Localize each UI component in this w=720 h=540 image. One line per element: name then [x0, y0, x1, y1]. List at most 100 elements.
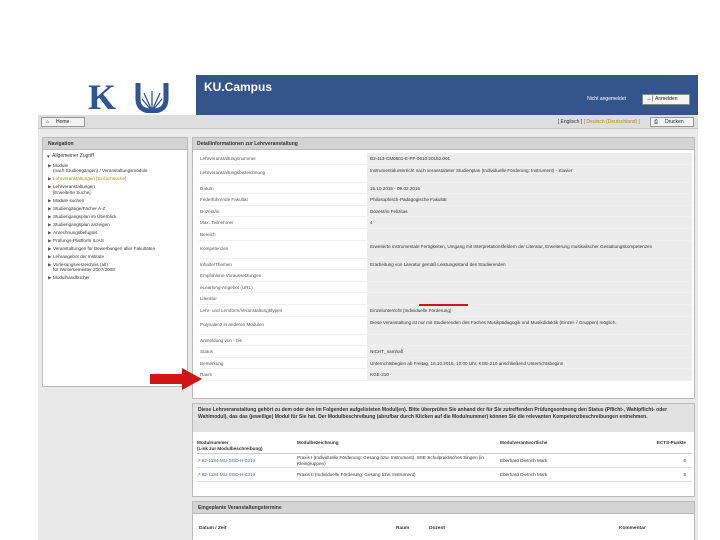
detail-row: Dozent/in Dozent/in Felizitas: [199, 205, 692, 218]
detail-value: Erarbeitung von Literatur gemäß Leistung…: [367, 258, 692, 270]
detail-value: B2-113-CM0501-E-PF-0610.20152.001: [367, 153, 692, 164]
module-number: 82-1134-MU-SGD-H-0310: [201, 471, 256, 477]
language-switch: [ Englisch ] [ Deutsch (Deutschland) ]: [558, 119, 640, 125]
login-status: Nicht angemeldet: [587, 96, 626, 102]
detail-label: Bereich: [200, 231, 216, 237]
ku-logo-icon: K: [88, 77, 169, 113]
detail-row: Lehrveranstaltungsnummer B2-113-CM0501-E-…: [199, 153, 692, 165]
triangle-right-icon: ▶: [48, 176, 52, 182]
module-name: Praxis II (Individuelle Förderung: Gesan…: [297, 471, 416, 477]
nav-item[interactable]: ▶ Prüfungs-Plattform ILIAS: [46, 238, 184, 244]
print-button[interactable]: ⎙ Drucken: [650, 117, 694, 127]
link-icon: ↗: [197, 471, 201, 477]
nav-item-label: Studiengangsplan anzeigen: [53, 221, 110, 227]
navigation-list: ▼ Allgemeiner Zugriff ▶ Module (nach Stud…: [43, 150, 187, 287]
page: K KU.Campus Nicht angemeldet →| Anmelden…: [0, 0, 720, 540]
detail-value: [367, 281, 692, 293]
modules-table-header: Modulnummer (Link zur Modulbeschreibung)…: [197, 440, 692, 454]
nav-item[interactable]: ▶ Modulhandbücher: [46, 275, 184, 281]
triangle-right-icon: ▶: [48, 162, 52, 168]
module-number-link[interactable]: ↗82-1134-MU-SGD-H-0310: [197, 458, 297, 464]
detail-row: Bemerkung Unterrichtsbeginn ab Freitag, 1…: [199, 357, 692, 370]
triangle-right-icon: ▶: [48, 237, 52, 243]
nav-root-label: Allgemeiner Zugriff: [52, 153, 94, 159]
detail-row: Max. Teilnehmer 4: [199, 217, 692, 229]
link-icon: ↗: [197, 457, 201, 463]
col-lecturer: Dozent: [429, 526, 445, 531]
detail-value: Einzelunterricht (Individuelle Förderung…: [367, 304, 692, 316]
triangle-right-icon: ▶: [48, 261, 52, 267]
detail-value: 15.10.2015 - 09.02.2016: [367, 182, 692, 194]
detail-value: Diese Veranstaltung ist nur mit Studiere…: [367, 316, 692, 334]
detail-value: Erweiterte instrumentale Fertigkeiten, U…: [367, 240, 692, 258]
detail-label: Dozent/in: [200, 208, 220, 214]
detail-row: Raum KGE-210: [199, 369, 692, 381]
nav-item[interactable]: ▶ Veranstaltungen für Bewerbungen aller F…: [46, 246, 184, 252]
header: K KU.Campus Nicht angemeldet →| Anmelden: [38, 75, 698, 115]
nav-item[interactable]: ▶ Lehrveranstaltungen [Einfachsuche]: [46, 176, 184, 182]
modules-table: Modulnummer (Link zur Modulbeschreibung)…: [197, 440, 692, 482]
triangle-right-icon: ▶: [48, 275, 52, 281]
module-notice: Diese Lehrveranstaltung gehört zu dem od…: [193, 404, 694, 432]
module-owner: Eberhard Dietrich Mark: [500, 457, 548, 463]
detail-value: [367, 228, 692, 240]
lang-german-link[interactable]: [ Deutsch (Deutschland) ]: [584, 119, 640, 125]
nav-item[interactable]: ▶ Anrechnungsbefugnis: [46, 230, 184, 236]
detail-label: Max. Teilnehmer: [200, 220, 234, 226]
detail-row: eLearning-Angebot (URL): [199, 281, 692, 294]
detail-panel: Detailinformationen zur Lehrveranstaltun…: [192, 137, 695, 465]
login-button[interactable]: →| Anmelden: [642, 94, 690, 105]
detail-row: Lehrveranstaltungsbezeichnung Instrumenta…: [199, 164, 692, 183]
login-button-label: Anmelden: [655, 96, 678, 102]
detail-value: Instrumentalunterricht nach veranstaltet…: [367, 164, 692, 182]
triangle-right-icon: ▶: [48, 253, 52, 259]
nav-item-label: Module (nach Studiengängen) / Veranstalt…: [53, 162, 148, 174]
detail-value: Unterrichtsbeginn ab Freitag, 16.10.2015…: [367, 357, 692, 369]
triangle-right-icon: ▶: [48, 213, 52, 219]
module-ects: 5: [683, 471, 686, 477]
nav-item[interactable]: ▶ Studiengangsplan im Überblick: [46, 214, 184, 220]
detail-value: [367, 270, 692, 281]
nav-item-label: Lehrangebot der Institute: [53, 253, 105, 259]
nav-root-item[interactable]: ▼ Allgemeiner Zugriff: [46, 153, 184, 160]
printer-icon: ⎙: [654, 119, 659, 125]
lang-english-link[interactable]: [ Englisch ]: [558, 119, 582, 125]
col-comment: Kommentar: [619, 526, 646, 531]
col-room: Raum: [396, 526, 410, 531]
detail-label: Anmeldung von - bis: [200, 337, 242, 343]
detail-title: Detailinformationen zur Lehrveranstaltun…: [193, 138, 694, 150]
home-icon: ⌂: [46, 119, 50, 125]
module-number: 82-1134-MU-SGD-H-0310: [201, 457, 256, 463]
dates-panel: Eingeplante Veranstaltungstermine Datum …: [192, 501, 695, 540]
nav-item[interactable]: ▶ Vorlesungsverzeichnis (alt) für Winters…: [46, 262, 184, 273]
detail-label: Lehrveranstaltungsnummer: [200, 156, 256, 161]
detail-value: 4: [367, 217, 692, 228]
nav-item[interactable]: ▶ Studiengangsplan anzeigen: [46, 222, 184, 228]
col-module-owner: Modulverantwortliche: [500, 440, 548, 445]
nav-item-label: Lehrveranstaltungen [Erweiterte Suche]: [53, 184, 95, 195]
nav-item[interactable]: ▶ Module suchen: [46, 198, 184, 204]
nav-item[interactable]: ▶ Studiengänge/Fächer A-Z: [46, 206, 184, 212]
module-number-link[interactable]: ↗82-1134-MU-SGD-H-0310: [197, 472, 297, 478]
detail-label: eLearning-Angebot (URL): [200, 284, 253, 290]
detail-value: KGE-210: [367, 369, 692, 380]
navigation-title: Navigation: [43, 138, 187, 150]
detail-value: Dozent/in Felizitas: [367, 205, 692, 217]
col-module-name: Modulbezeichnung: [297, 440, 339, 445]
detail-label: Empfohlene Voraussetzungen: [200, 273, 262, 279]
nav-item[interactable]: ▶ Lehrveranstaltungen [Erweiterte Suche]: [46, 184, 184, 195]
detail-label: Lehrveranstaltungsbezeichnung: [200, 169, 266, 175]
home-button[interactable]: ⌂ Home: [41, 117, 85, 127]
ku-campus-window: K KU.Campus Nicht angemeldet →| Anmelden…: [38, 75, 698, 540]
detail-label: Literatur: [200, 296, 217, 302]
modules-panel: Diese Lehrveranstaltung gehört zu dem od…: [192, 403, 695, 497]
nav-item-label: Vorlesungsverzeichnis (alt) für Winterse…: [53, 261, 115, 273]
home-button-label: Home: [56, 119, 70, 125]
detail-value: NICHT_namhaft: [367, 346, 692, 357]
nav-item[interactable]: ▶ Module (nach Studiengängen) / Veranstal…: [46, 163, 184, 174]
dates-table-header: Datum / Zeit Raum Dozent Kommentar: [199, 526, 689, 531]
detail-label: Inhalte/Themen: [200, 261, 232, 267]
triangle-down-icon: ▼: [46, 154, 51, 159]
col-ects: ECTS-Punkte: [656, 440, 686, 445]
nav-item[interactable]: ▶ Lehrangebot der Institute: [46, 254, 184, 260]
